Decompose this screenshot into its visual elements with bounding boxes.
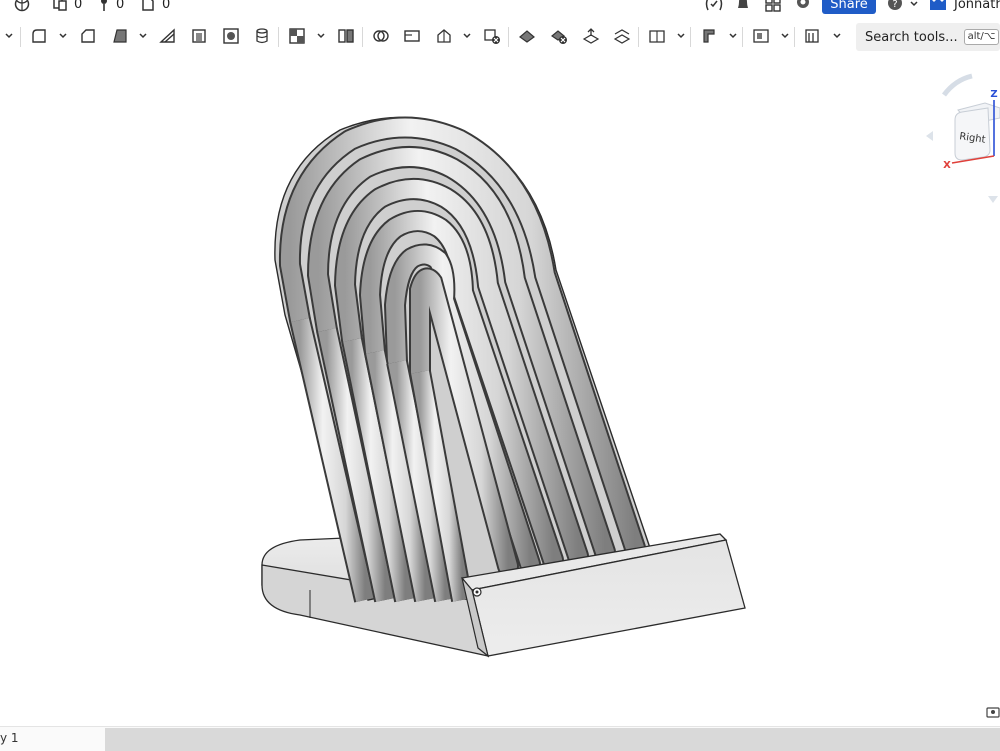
- rib-tool-icon[interactable]: [157, 26, 179, 46]
- svg-text:?: ?: [892, 0, 897, 10]
- mates-count[interactable]: 0: [98, 0, 124, 14]
- chevron-down-icon[interactable]: [4, 31, 14, 41]
- feature-toolbar: [0, 18, 1000, 54]
- toolbar-divider: [362, 27, 363, 47]
- avatar-icon: [930, 0, 946, 10]
- rotate-arrow-icon[interactable]: [941, 73, 973, 97]
- notification-bell-icon[interactable]: [734, 0, 752, 14]
- chevron-down-icon[interactable]: [780, 31, 790, 41]
- toolbar-divider: [278, 27, 279, 47]
- chevron-down-icon[interactable]: [138, 31, 148, 41]
- frame-tool-icon[interactable]: [802, 26, 824, 46]
- share-button-label: Share: [830, 0, 868, 12]
- mates-count-value: 0: [116, 0, 125, 12]
- chevron-down-icon[interactable]: [728, 31, 738, 41]
- move-face-icon[interactable]: [516, 26, 538, 46]
- documents-count[interactable]: 0: [140, 0, 170, 14]
- left-arrow-icon[interactable]: [926, 131, 933, 141]
- hole-tool-icon[interactable]: [220, 26, 242, 46]
- globe-icon[interactable]: [14, 0, 30, 14]
- toolbar-divider: [508, 27, 509, 47]
- down-arrow-icon[interactable]: [988, 196, 998, 203]
- offset-surface-icon[interactable]: [611, 26, 633, 46]
- shell-tool-icon[interactable]: [188, 26, 210, 46]
- learning-center-icon[interactable]: [794, 0, 812, 14]
- chevron-down-icon[interactable]: [676, 31, 686, 41]
- thicken-tool-icon[interactable]: [251, 26, 273, 46]
- parts-icon: [53, 0, 67, 11]
- view-tools-icon[interactable]: [986, 707, 1000, 718]
- draft-tool-icon[interactable]: [109, 26, 131, 46]
- delete-face-icon[interactable]: [548, 26, 570, 46]
- bottom-tab-bar: y 1: [0, 726, 1000, 751]
- phone-stand-model[interactable]: [261, 116, 746, 658]
- view-cube[interactable]: Right Z X: [926, 73, 1000, 203]
- pin-icon: [101, 0, 107, 11]
- screw-hole-icon: [472, 587, 482, 597]
- graphics-viewport[interactable]: Right Z X: [0, 56, 1000, 726]
- z-axis-label: Z: [990, 89, 997, 100]
- help-icon: ?: [888, 0, 902, 10]
- app-grid-icon[interactable]: [764, 0, 782, 14]
- chevron-down-icon[interactable]: [58, 31, 68, 41]
- chevron-down-icon[interactable]: [462, 31, 472, 41]
- user-menu[interactable]: Jonnath: [928, 0, 1000, 14]
- pattern-tool-icon[interactable]: [433, 26, 455, 46]
- version-icon[interactable]: [704, 0, 724, 14]
- chamfer-tool-icon[interactable]: [77, 26, 99, 46]
- toolbar-divider: [794, 27, 795, 47]
- chevron-down-icon: [910, 1, 918, 7]
- fillet-tool-icon[interactable]: [28, 26, 50, 46]
- help-menu[interactable]: ?: [886, 0, 918, 14]
- toolbar-divider: [20, 27, 21, 47]
- search-tools-label: Search tools...: [865, 29, 958, 45]
- plane-tool-icon[interactable]: [646, 26, 668, 46]
- chevron-down-icon[interactable]: [316, 31, 326, 41]
- parts-count-value: 0: [74, 0, 83, 12]
- search-tools-input[interactable]: Search tools... alt/⌥ c: [856, 23, 1000, 51]
- shortcut-key-alt: alt/⌥: [963, 29, 1000, 45]
- share-button[interactable]: Share: [822, 0, 876, 14]
- surface-tool-icon[interactable]: [750, 26, 772, 46]
- replace-face-icon[interactable]: [580, 26, 602, 46]
- top-info-bar: 0 0 0 Share ? Jonnath: [0, 0, 1000, 14]
- chevron-down-icon[interactable]: [832, 31, 842, 41]
- toolbar-divider: [638, 27, 639, 47]
- toolbar-divider: [690, 27, 691, 47]
- x-axis-label: X: [943, 160, 951, 171]
- parts-count[interactable]: 0: [52, 0, 82, 14]
- boolean-tool-icon[interactable]: [286, 26, 308, 46]
- part-studio-tab-label[interactable]: y 1: [0, 731, 19, 745]
- delete-part-icon[interactable]: [481, 26, 503, 46]
- sheet-metal-icon[interactable]: [698, 26, 720, 46]
- documents-count-value: 0: [162, 0, 171, 12]
- split-tool-icon[interactable]: [335, 26, 357, 46]
- document-icon: [142, 0, 154, 11]
- user-name: Jonnath: [954, 0, 1000, 12]
- intersect-tool-icon[interactable]: [370, 26, 392, 46]
- transform-tool-icon[interactable]: [401, 26, 423, 46]
- tab-strip: [105, 728, 1000, 751]
- toolbar-divider: [742, 27, 743, 47]
